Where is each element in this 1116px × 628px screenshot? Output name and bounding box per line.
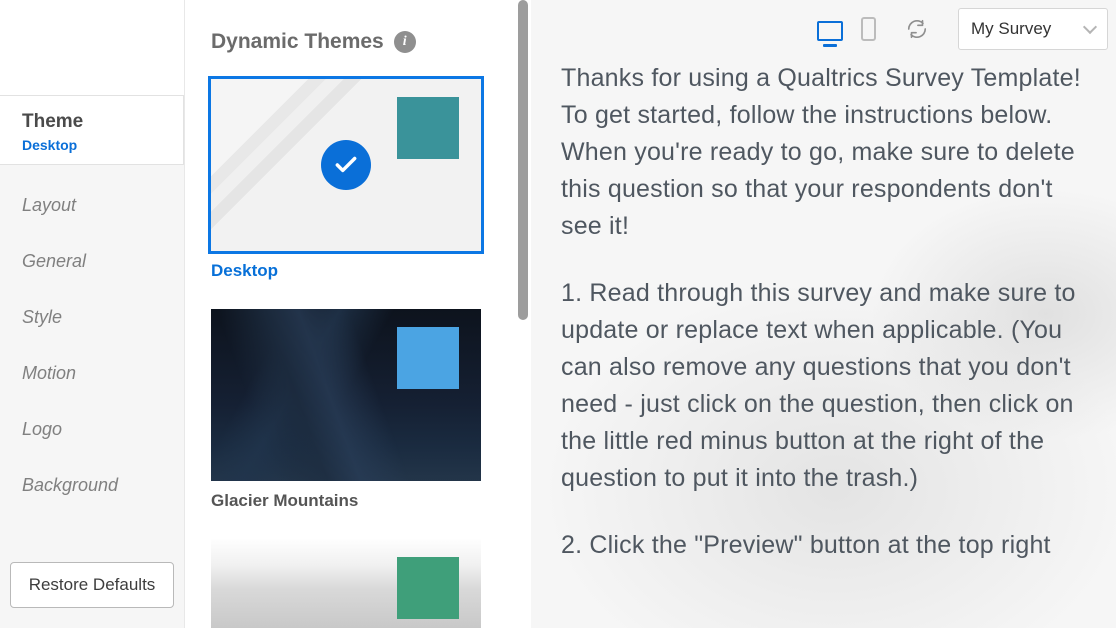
intro-paragraph: Thanks for using a Qualtrics Survey Temp… [561,60,1086,245]
sidebar-nav: Theme Desktop Layout General Style Motio… [0,0,185,628]
sidebar-item-general[interactable]: General [22,251,162,272]
themes-panel: Dynamic Themes i Desktop Glacier Mountai… [185,0,515,628]
chevron-down-icon [1083,20,1097,34]
sidebar-active-title: Theme [22,111,161,133]
theme-thumbnail[interactable] [211,539,481,628]
sidebar-item-background[interactable]: Background [22,475,162,496]
vertical-scrollbar[interactable] [515,0,531,628]
sidebar-item-motion[interactable]: Motion [22,363,162,384]
device-switcher [817,17,876,41]
themes-panel-title: Dynamic Themes [211,30,384,54]
theme-card-desktop[interactable]: Desktop [211,79,489,281]
sidebar-active-subtitle: Desktop [22,137,161,153]
survey-selector-dropdown[interactable]: My Survey [958,8,1108,50]
theme-swatch [397,97,459,159]
info-icon[interactable]: i [394,31,416,53]
sidebar-item-logo[interactable]: Logo [22,419,162,440]
theme-card-glacier[interactable]: Glacier Mountains [211,309,489,511]
theme-swatch [397,557,459,619]
theme-swatch [397,327,459,389]
sidebar-items-list: Layout General Style Motion Logo Backgro… [0,165,184,552]
mobile-view-icon[interactable] [861,17,876,41]
restore-defaults-button[interactable]: Restore Defaults [10,562,174,608]
checkmark-icon [321,140,371,190]
sidebar-item-layout[interactable]: Layout [22,195,162,216]
desktop-view-icon[interactable] [817,21,843,41]
step-1-paragraph: 1. Read through this survey and make sur… [561,275,1086,497]
theme-label: Glacier Mountains [211,491,489,511]
preview-toolbar: My Survey [817,8,1108,50]
theme-thumbnail[interactable] [211,309,481,481]
step-2-paragraph: 2. Click the "Preview" button at the top… [561,527,1086,564]
scroll-thumb[interactable] [518,0,528,320]
refresh-icon[interactable] [906,18,928,40]
survey-selector-label: My Survey [971,19,1051,39]
sidebar-item-style[interactable]: Style [22,307,162,328]
preview-content: Thanks for using a Qualtrics Survey Temp… [561,60,1086,564]
theme-card-third[interactable] [211,539,489,628]
sidebar-active-section[interactable]: Theme Desktop [0,95,184,165]
theme-label: Desktop [211,261,489,281]
themes-header: Dynamic Themes i [211,30,489,54]
logo-area [0,0,184,95]
theme-thumbnail[interactable] [211,79,481,251]
survey-preview: My Survey Thanks for using a Qualtrics S… [531,0,1116,628]
